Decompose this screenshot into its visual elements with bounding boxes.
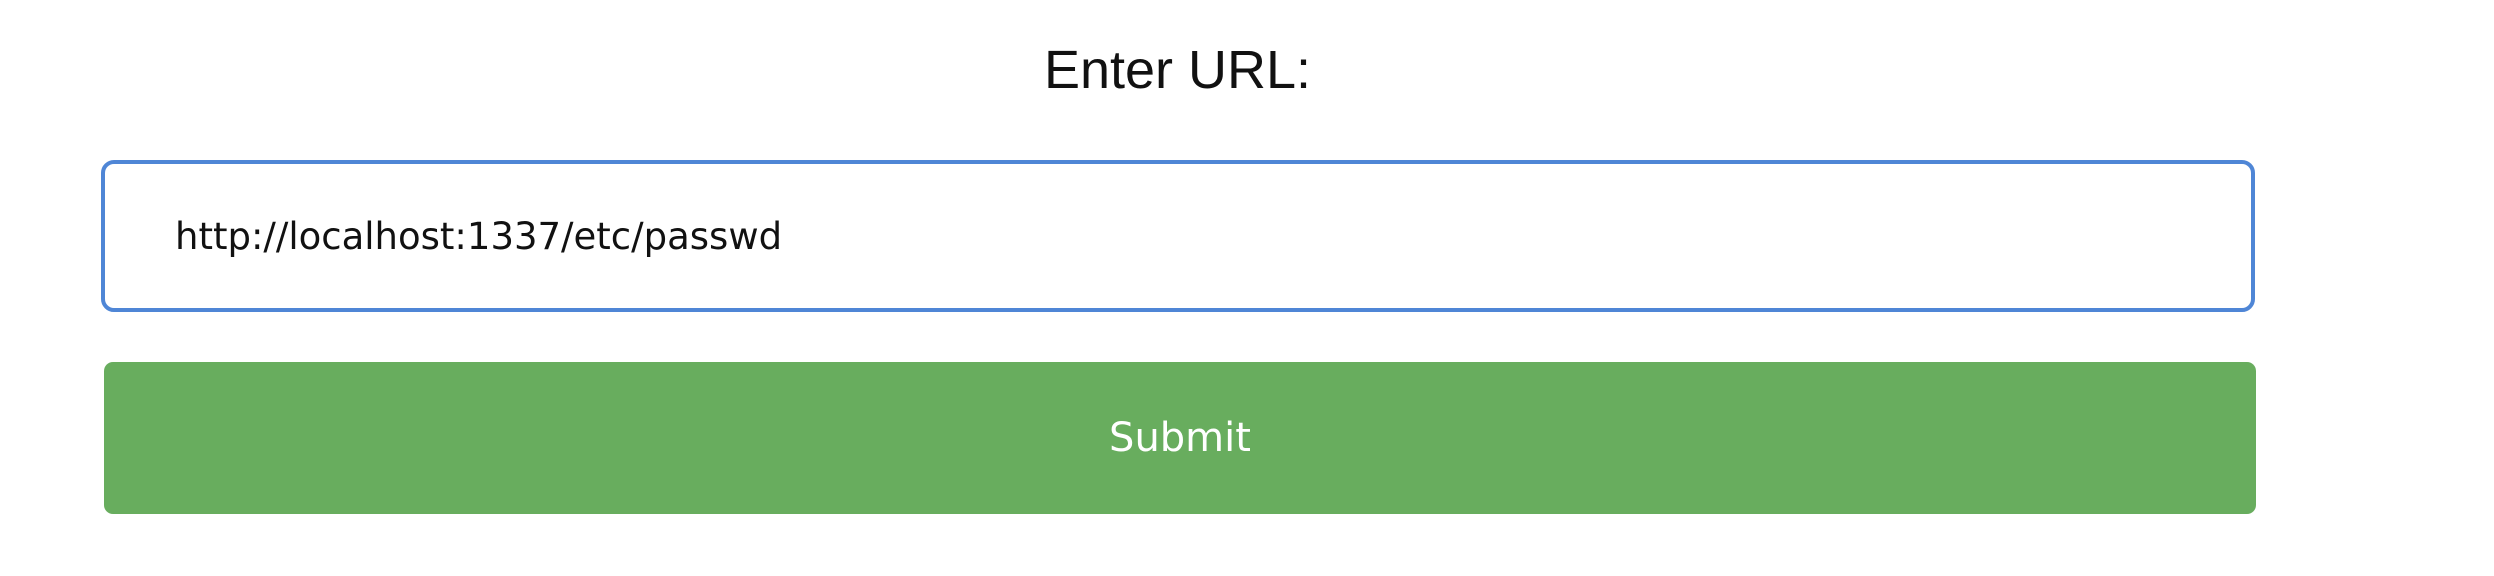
- url-input[interactable]: [101, 160, 2255, 312]
- url-form: Enter URL: Submit: [0, 0, 2494, 576]
- submit-button[interactable]: Submit: [104, 362, 2256, 514]
- url-label: Enter URL:: [1043, 40, 1312, 100]
